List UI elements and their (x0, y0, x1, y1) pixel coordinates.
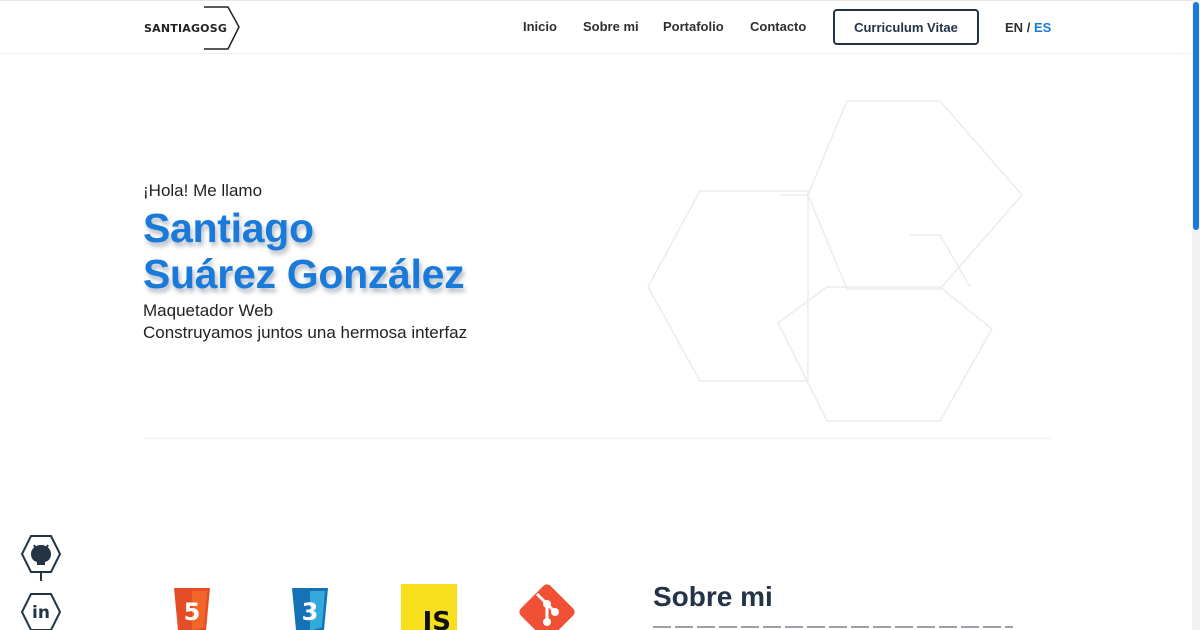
git-icon (519, 584, 575, 630)
css3-icon: 3 (292, 588, 328, 630)
header: SANTIAGOSG Inicio Sobre mi Portafolio Co… (0, 0, 1200, 54)
html5-icon: 5 (174, 588, 210, 630)
hero-role: Maquetador Web (143, 301, 274, 320)
linkedin-icon: in (20, 593, 62, 630)
html5-icon-label: 5 (184, 598, 201, 626)
javascript-icon: JS (401, 584, 457, 630)
hero-name-last: Suárez González (143, 251, 465, 297)
javascript-skill: JS (401, 584, 457, 630)
logo-text: SANTIAGOSG (144, 21, 228, 35)
lang-es[interactable]: ES (1034, 20, 1051, 35)
css3-skill: 3 (289, 586, 331, 630)
nav-portafolio[interactable]: Portafolio (663, 19, 724, 34)
javascript-icon-label: JS (421, 607, 451, 630)
scrollbar-thumb[interactable] (1193, 2, 1199, 230)
hero-greeting: ¡Hola! Me llamo (143, 181, 263, 200)
language-switcher: EN / ES (1005, 20, 1051, 35)
lang-separator: / (1026, 20, 1031, 35)
section-divider (143, 438, 1051, 439)
github-link[interactable] (20, 533, 62, 586)
curriculum-vitae-button[interactable]: Curriculum Vitae (833, 9, 979, 45)
scrollbar[interactable] (1192, 0, 1200, 630)
linkedin-link[interactable]: in (20, 591, 62, 630)
lang-en[interactable]: EN (1005, 20, 1023, 35)
nav-inicio[interactable]: Inicio (523, 19, 557, 34)
hero-name: Santiago Suárez González (143, 205, 465, 297)
svg-text:in: in (32, 603, 50, 623)
hero-name-first: Santiago (143, 205, 314, 251)
nav-contacto[interactable]: Contacto (750, 19, 806, 34)
nav-sobre-mi[interactable]: Sobre mi (583, 19, 639, 34)
github-icon (20, 535, 62, 581)
git-skill (517, 582, 577, 630)
hero-tagline: Construyamos juntos una hermosa interfaz (143, 323, 468, 342)
about-title: Sobre mi (653, 581, 773, 612)
html5-skill: 5 (171, 586, 213, 630)
hexagon-background-decoration (647, 100, 1023, 422)
logo[interactable]: SANTIAGOSG (142, 5, 242, 51)
about-text-preview (653, 624, 1013, 630)
css3-icon-label: 3 (302, 598, 319, 626)
